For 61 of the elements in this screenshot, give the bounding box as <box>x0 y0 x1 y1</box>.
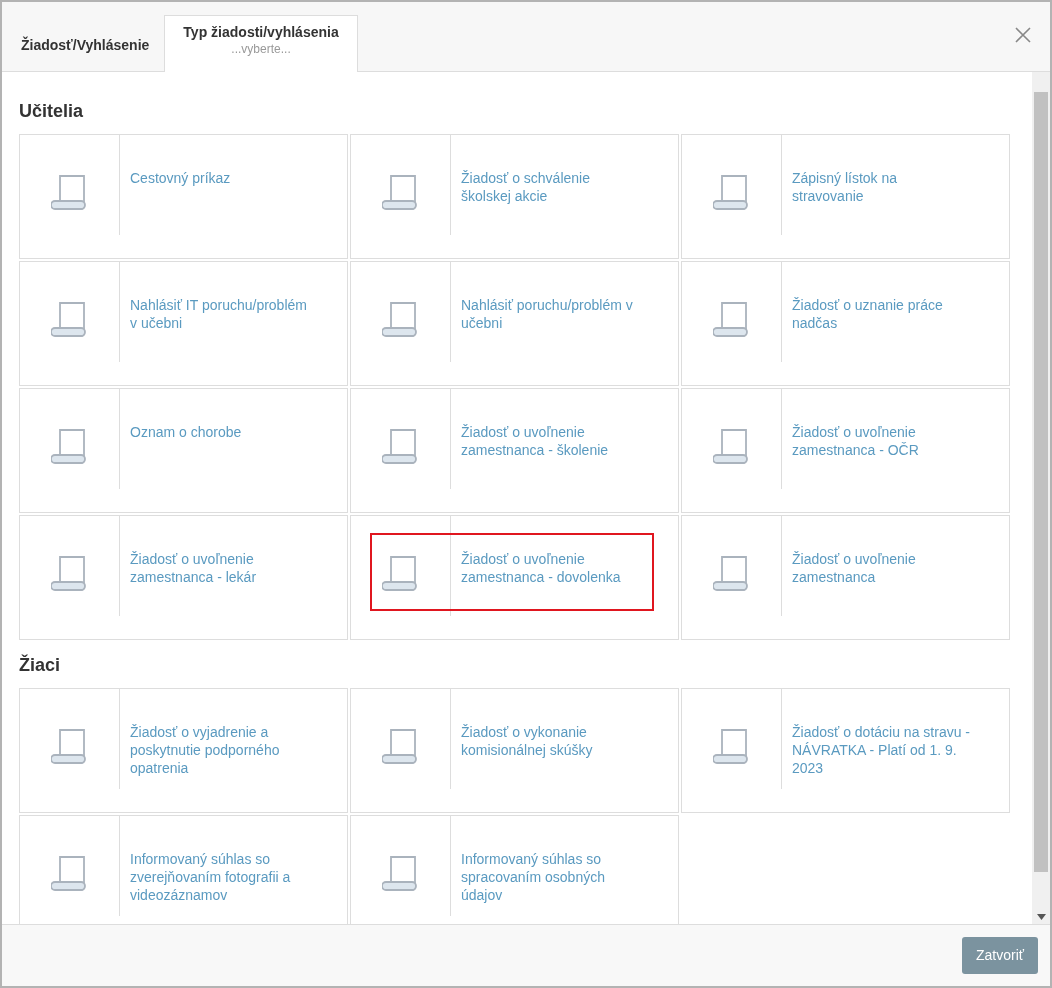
form-type-card[interactable]: Zápisný lístok na stravovanie <box>681 134 1010 259</box>
form-type-card[interactable]: Žiadosť o uvoľnenie zamestnanca - školenie <box>350 388 679 513</box>
form-type-card[interactable]: Žiadosť o uvoľnenie zamestnanca - dovolenka <box>350 515 679 640</box>
form-type-link[interactable]: Žiadosť o uvoľnenie zamestnanca - školenie <box>451 389 651 460</box>
document-scroll-icon <box>50 728 89 766</box>
form-type-link[interactable]: Žiadosť o uvoľnenie zamestnanca - OČR <box>782 389 982 460</box>
section-heading: Žiaci <box>19 653 62 677</box>
document-scroll-icon <box>381 174 420 212</box>
form-type-card[interactable]: Oznam o chorobe <box>19 388 348 513</box>
document-scroll-icon <box>50 301 89 339</box>
scrollbar[interactable] <box>1032 72 1050 924</box>
form-type-link[interactable]: Oznam o chorobe <box>120 389 320 442</box>
document-scroll-icon <box>50 555 89 593</box>
form-type-card[interactable]: Žiadosť o dotáciu na stravu - NÁVRATKA - Platí od 1. 9. 2023 <box>681 688 1010 813</box>
tab-hint: ...vyberte... <box>231 43 291 57</box>
section-heading: Učitelia <box>19 100 85 123</box>
tab-label: Typ žiadosti/vyhlásenia <box>183 23 339 42</box>
form-type-link[interactable]: Informovaný súhlas so zverejňovaním fotografii a videozáznamov <box>120 816 320 905</box>
close-icon <box>1014 25 1032 44</box>
form-type-link[interactable]: Žiadosť o uvoľnenie zamestnanca <box>782 516 982 587</box>
tab[interactable]: Žiadosť/Vyhlásenie <box>6 16 165 72</box>
tab[interactable]: Typ žiadosti/vyhlásenia ...vyberte... <box>164 15 358 72</box>
document-scroll-icon <box>50 855 89 893</box>
form-type-link[interactable]: Žiadosť o vyjadrenie a poskytnutie podporného opatrenia <box>120 689 320 778</box>
document-scroll-icon <box>381 428 420 466</box>
document-scroll-icon <box>712 301 751 339</box>
form-type-link[interactable]: Cestovný príkaz <box>120 135 320 188</box>
form-type-link[interactable]: Žiadosť o uvoľnenie zamestnanca - lekár <box>120 516 320 587</box>
form-type-link[interactable]: Nahlásiť poruchu/problém v učebni <box>451 262 651 333</box>
form-type-link[interactable]: Nahlásiť IT poruchu/problém v učebni <box>120 262 320 333</box>
form-type-link[interactable]: Žiadosť o dotáciu na stravu - NÁVRATKA - Platí od 1. 9. 2023 <box>782 689 982 778</box>
document-scroll-icon <box>381 855 420 893</box>
form-type-link[interactable]: Žiadosť o uvoľnenie zamestnanca - dovolenka <box>451 516 651 587</box>
document-scroll-icon <box>381 301 420 339</box>
form-type-card[interactable]: Informovaný súhlas so zverejňovaním fotografii a videozáznamov <box>19 815 348 924</box>
document-scroll-icon <box>712 174 751 212</box>
document-scroll-icon <box>712 428 751 466</box>
form-type-link[interactable]: Žiadosť o vykonanie komisionálnej skúšky <box>451 689 651 760</box>
document-scroll-icon <box>381 555 420 593</box>
form-type-card[interactable]: Nahlásiť poruchu/problém v učebni <box>350 261 679 386</box>
form-type-card[interactable]: Žiadosť o uznanie práce nadčas <box>681 261 1010 386</box>
form-type-card[interactable]: Nahlásiť IT poruchu/problém v učebni <box>19 261 348 386</box>
form-type-card[interactable]: Žiadosť o uvoľnenie zamestnanca - OČR <box>681 388 1010 513</box>
form-type-card[interactable]: Žiadosť o uvoľnenie zamestnanca - lekár <box>19 515 348 640</box>
document-scroll-icon <box>712 555 751 593</box>
document-scroll-icon <box>712 728 751 766</box>
document-scroll-icon <box>381 728 420 766</box>
document-scroll-icon <box>50 174 89 212</box>
form-type-link[interactable]: Zápisný lístok na stravovanie <box>782 135 982 206</box>
form-type-link[interactable]: Žiadosť o schválenie školskej akcie <box>451 135 651 206</box>
form-type-card[interactable]: Cestovný príkaz <box>19 134 348 259</box>
close-button[interactable]: Zatvoriť <box>961 937 1038 974</box>
document-scroll-icon <box>50 428 89 466</box>
form-type-card[interactable]: Žiadosť o schválenie školskej akcie <box>350 134 679 259</box>
form-type-card[interactable]: Žiadosť o vyjadrenie a poskytnutie podporného opatrenia <box>19 688 348 813</box>
form-type-card[interactable]: Informovaný súhlas so spracovaním osobných údajov <box>350 815 679 924</box>
scroll-down-arrow-icon[interactable] <box>1036 914 1046 920</box>
form-type-link[interactable]: Žiadosť o uznanie práce nadčas <box>782 262 982 333</box>
form-type-card[interactable]: Žiadosť o vykonanie komisionálnej skúšky <box>350 688 679 813</box>
form-type-link[interactable]: Informovaný súhlas so spracovaním osobných údajov <box>451 816 651 905</box>
form-type-card[interactable]: Žiadosť o uvoľnenie zamestnanca <box>681 515 1010 640</box>
